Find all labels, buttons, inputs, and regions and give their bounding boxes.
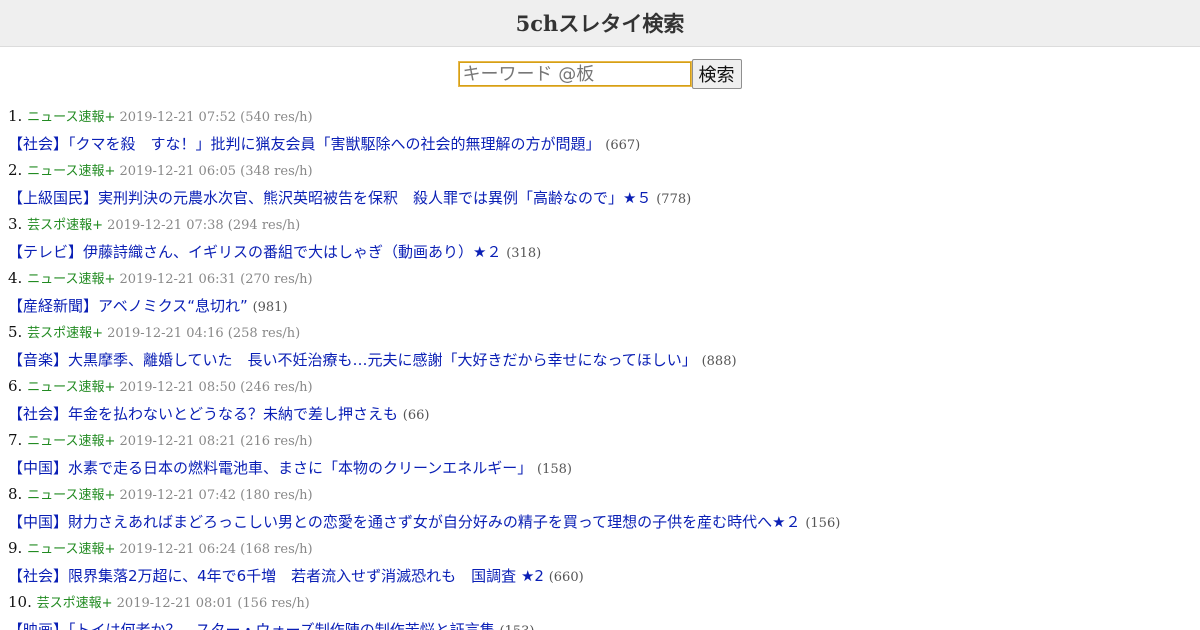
result-line: 【テレビ】伊藤詩織さん、イギリスの番組で大はしゃぎ（動画あり）★２ (318) (8, 240, 1200, 267)
search-input[interactable] (457, 61, 692, 87)
result-date: 2019-12-21 06:31 (270 res/h) (119, 272, 313, 287)
board-link[interactable]: ニュース速報+ (27, 380, 119, 395)
result-line: 【音楽】大黒摩季、離婚していた 長い不妊治療も…元夫に感謝「大好きだから幸せにな… (8, 348, 1200, 375)
board-link[interactable]: ニュース速報+ (27, 488, 119, 503)
result-line: 【映画】「トイは何者か？ スター・ウォーズ制作陣の制作苦悩と証言集 (153) (8, 618, 1200, 630)
result-meta: 4. ニュース速報+ 2019-12-21 06:31 (270 res/h) (8, 267, 1200, 294)
result-meta: 7. ニュース速報+ 2019-12-21 08:21 (216 res/h) (8, 429, 1200, 456)
board-link[interactable]: ニュース速報+ (27, 542, 119, 557)
search-button[interactable]: 検索 (691, 59, 742, 89)
board-link[interactable]: 芸スポ速報+ (37, 596, 117, 611)
result-meta: 9. ニュース速報+ 2019-12-21 06:24 (168 res/h) (8, 537, 1200, 564)
result-rank: 6. (8, 377, 28, 395)
result-meta: 6. ニュース速報+ 2019-12-21 08:50 (246 res/h) (8, 375, 1200, 402)
result-rank: 2. (8, 161, 28, 179)
result-date: 2019-12-21 06:24 (168 res/h) (119, 542, 313, 557)
thread-title-link[interactable]: 【産経新聞】アベノミクス“息切れ” (8, 297, 253, 315)
result-item: 3. 芸スポ速報+ 2019-12-21 07:38 (294 res/h) 【… (8, 213, 1200, 267)
result-item: 6. ニュース速報+ 2019-12-21 08:50 (246 res/h) … (8, 375, 1200, 429)
thread-title-link[interactable]: 【社会】「クマを殺 すな！」批判に猟友会員「害獣駆除への社会的無理解の方が問題」 (8, 135, 605, 153)
result-item: 7. ニュース速報+ 2019-12-21 08:21 (216 res/h) … (8, 429, 1200, 483)
response-count: (158) (537, 462, 572, 477)
result-rank: 4. (8, 269, 28, 287)
result-date: 2019-12-21 07:38 (294 res/h) (107, 218, 301, 233)
page-title: 5chスレタイ検索 (515, 11, 685, 36)
response-count: (778) (656, 192, 692, 207)
thread-title-link[interactable]: 【映画】「トイは何者か？ スター・ウォーズ制作陣の制作苦悩と証言集 (8, 621, 500, 630)
result-item: 5. 芸スポ速報+ 2019-12-21 04:16 (258 res/h) 【… (8, 321, 1200, 375)
board-link[interactable]: ニュース速報+ (27, 434, 119, 449)
thread-title-link[interactable]: 【上級国民】実刑判決の元農水次官、熊沢英昭被告を保釈 殺人罪では異例「高齢なので… (8, 189, 656, 207)
result-item: 4. ニュース速報+ 2019-12-21 06:31 (270 res/h) … (8, 267, 1200, 321)
thread-title-link[interactable]: 【中国】水素で走る日本の燃料電池車、まさに「本物のクリーンエネルギー」 (8, 459, 537, 477)
result-meta: 3. 芸スポ速報+ 2019-12-21 07:38 (294 res/h) (8, 213, 1200, 240)
result-item: 1. ニュース速報+ 2019-12-21 07:52 (540 res/h) … (8, 105, 1200, 159)
result-item: 8. ニュース速報+ 2019-12-21 07:42 (180 res/h) … (8, 483, 1200, 537)
result-line: 【中国】財力さえあればまどろっこしい男との恋愛を通さず女が自分好みの精子を買って… (8, 510, 1200, 537)
response-count: (981) (252, 300, 288, 315)
result-rank: 9. (8, 539, 28, 557)
result-line: 【上級国民】実刑判決の元農水次官、熊沢英昭被告を保釈 殺人罪では異例「高齢なので… (8, 186, 1200, 213)
result-date: 2019-12-21 06:05 (348 res/h) (119, 164, 313, 179)
result-rank: 3. (8, 215, 28, 233)
search-form: 検索 (0, 59, 1200, 89)
result-list: 1. ニュース速報+ 2019-12-21 07:52 (540 res/h) … (0, 105, 1200, 630)
board-link[interactable]: ニュース速報+ (27, 164, 119, 179)
board-link[interactable]: 芸スポ速報+ (27, 326, 107, 341)
response-count: (66) (402, 408, 430, 423)
result-item: 2. ニュース速報+ 2019-12-21 06:05 (348 res/h) … (8, 159, 1200, 213)
result-rank: 1. (8, 107, 28, 125)
result-line: 【社会】限界集落2万超に、4年で6千増 若者流入せず消滅恐れも 国調査 ★2 (… (8, 564, 1200, 591)
board-link[interactable]: 芸スポ速報+ (27, 218, 107, 233)
result-meta: 10. 芸スポ速報+ 2019-12-21 08:01 (156 res/h) (8, 591, 1200, 618)
board-link[interactable]: ニュース速報+ (27, 272, 119, 287)
result-rank: 5. (8, 323, 28, 341)
response-count: (660) (548, 570, 584, 585)
result-rank: 7. (8, 431, 28, 449)
result-rank: 10. (8, 593, 37, 611)
result-line: 【社会】「クマを殺 すな！」批判に猟友会員「害獣駆除への社会的無理解の方が問題」… (8, 132, 1200, 159)
result-meta: 1. ニュース速報+ 2019-12-21 07:52 (540 res/h) (8, 105, 1200, 132)
result-line: 【産経新聞】アベノミクス“息切れ” (981) (8, 294, 1200, 321)
response-count: (667) (605, 138, 641, 153)
result-date: 2019-12-21 08:21 (216 res/h) (119, 434, 313, 449)
result-rank: 8. (8, 485, 28, 503)
response-count: (318) (506, 246, 542, 261)
result-line: 【中国】水素で走る日本の燃料電池車、まさに「本物のクリーンエネルギー」 (158… (8, 456, 1200, 483)
result-meta: 2. ニュース速報+ 2019-12-21 06:05 (348 res/h) (8, 159, 1200, 186)
result-meta: 8. ニュース速報+ 2019-12-21 07:42 (180 res/h) (8, 483, 1200, 510)
result-line: 【社会】年金を払わないとどうなる？未納で差し押さえも (66) (8, 402, 1200, 429)
board-link[interactable]: ニュース速報+ (27, 110, 119, 125)
response-count: (156) (805, 516, 841, 531)
result-item: 10. 芸スポ速報+ 2019-12-21 08:01 (156 res/h) … (8, 591, 1200, 630)
result-date: 2019-12-21 08:01 (156 res/h) (116, 596, 310, 611)
response-count: (153) (500, 624, 535, 630)
result-meta: 5. 芸スポ速報+ 2019-12-21 04:16 (258 res/h) (8, 321, 1200, 348)
thread-title-link[interactable]: 【音楽】大黒摩季、離婚していた 長い不妊治療も…元夫に感謝「大好きだから幸せにな… (8, 351, 702, 369)
thread-title-link[interactable]: 【テレビ】伊藤詩織さん、イギリスの番組で大はしゃぎ（動画あり）★２ (8, 243, 506, 261)
result-date: 2019-12-21 08:50 (246 res/h) (119, 380, 313, 395)
thread-title-link[interactable]: 【中国】財力さえあればまどろっこしい男との恋愛を通さず女が自分好みの精子を買って… (8, 513, 805, 531)
thread-title-link[interactable]: 【社会】限界集落2万超に、4年で6千増 若者流入せず消滅恐れも 国調査 ★2 (8, 567, 549, 585)
response-count: (888) (701, 354, 737, 369)
result-date: 2019-12-21 07:52 (540 res/h) (119, 110, 313, 125)
thread-title-link[interactable]: 【社会】年金を払わないとどうなる？未納で差し押さえも (8, 405, 403, 423)
result-date: 2019-12-21 04:16 (258 res/h) (107, 326, 301, 341)
page-header: 5chスレタイ検索 (0, 0, 1200, 47)
result-date: 2019-12-21 07:42 (180 res/h) (119, 488, 313, 503)
result-item: 9. ニュース速報+ 2019-12-21 06:24 (168 res/h) … (8, 537, 1200, 591)
